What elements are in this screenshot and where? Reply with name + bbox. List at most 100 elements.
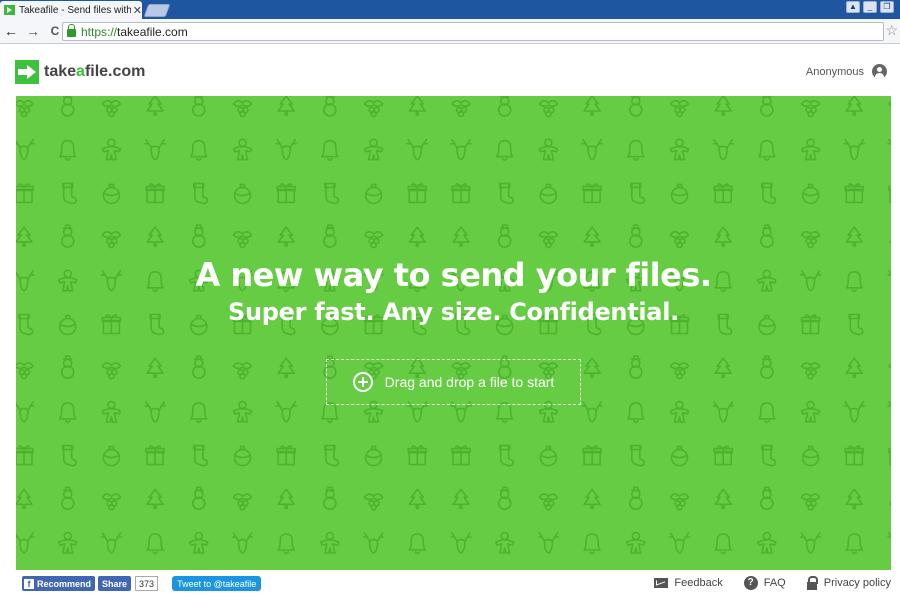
- stocking-icon: [629, 182, 646, 205]
- privacy-link[interactable]: Privacy policy: [806, 575, 891, 590]
- file-dropzone[interactable]: Drag and drop a file to start: [326, 359, 581, 405]
- christmas-tree-icon: [146, 488, 164, 510]
- bell-icon: [321, 402, 339, 424]
- reindeer-icon: [16, 401, 35, 423]
- snowman-icon: [497, 486, 512, 511]
- logo[interactable]: takeafile.com: [15, 60, 145, 84]
- holly-icon: [538, 99, 559, 118]
- bell-icon: [495, 139, 514, 161]
- christmas-tree-icon: [583, 488, 601, 510]
- secure-lock-icon: [67, 24, 76, 37]
- gift-icon: [888, 447, 891, 466]
- christmas-tree-icon: [845, 96, 864, 116]
- window-user-button[interactable]: ▲: [846, 1, 860, 13]
- gingerbread-man-icon: [189, 531, 209, 554]
- hero-title: A new way to send your files.: [195, 256, 712, 294]
- browser-toolbar: ← → C https:// takeafile.com: [0, 19, 900, 44]
- holly-icon: [800, 99, 821, 118]
- browser-tabstrip: Takeafile - Send files without ✕ ▲ _ ❐: [0, 0, 900, 19]
- reindeer-icon: [887, 532, 891, 538]
- snowman-icon: [60, 224, 75, 248]
- holly-icon: [232, 493, 253, 511]
- holly-icon: [363, 231, 384, 249]
- gingerbread-man-icon: [757, 531, 777, 554]
- gift-icon: [582, 183, 602, 204]
- tab-title: Takeafile - Send files without: [18, 4, 131, 16]
- reindeer-icon: [362, 532, 385, 554]
- bell-icon: [758, 402, 776, 424]
- account-label: Anonymous: [805, 65, 864, 78]
- christmas-pattern-background: [16, 96, 891, 555]
- ornament-icon: [670, 445, 689, 467]
- tab-close-icon[interactable]: ✕: [133, 4, 142, 17]
- reindeer-icon: [275, 401, 298, 423]
- snowman-icon: [628, 224, 643, 248]
- ornament-icon: [801, 183, 820, 205]
- tweet-button[interactable]: Tweet to @takeafile: [172, 576, 262, 591]
- reindeer-icon: [799, 532, 822, 554]
- snowman-icon: [60, 355, 75, 380]
- holly-icon: [669, 99, 690, 118]
- gift-icon: [145, 445, 165, 466]
- gift-icon: [276, 445, 297, 466]
- holly-icon: [800, 493, 821, 511]
- christmas-tree-icon: [146, 357, 164, 379]
- url-host: takeafile.com: [117, 24, 188, 39]
- forward-button[interactable]: →: [22, 23, 44, 39]
- gift-icon: [407, 445, 428, 466]
- browser-tab[interactable]: Takeafile - Send files without ✕: [0, 1, 142, 19]
- christmas-tree-icon: [714, 226, 733, 247]
- gingerbread-man-icon: [101, 400, 122, 423]
- holly-icon: [232, 231, 253, 249]
- facebook-recommend-button[interactable]: f Recommend: [22, 576, 96, 591]
- footer-links: Feedback ? FAQ Privacy policy: [633, 575, 891, 590]
- faq-label: FAQ: [763, 577, 786, 589]
- account-menu[interactable]: Anonymous: [806, 64, 887, 79]
- recommend-label: Recommend: [37, 578, 92, 589]
- mail-icon: [654, 578, 669, 588]
- christmas-tree-icon: [277, 96, 296, 116]
- gingerbread-man-icon: [57, 531, 78, 554]
- stocking-icon: [193, 444, 209, 467]
- christmas-tree-icon: [889, 239, 891, 243]
- christmas-tree-icon: [583, 357, 601, 379]
- footer: f Recommend Share 373 Tweet to @takeafil…: [0, 571, 900, 596]
- bell-icon: [408, 533, 427, 555]
- christmas-tree-icon: [583, 226, 601, 247]
- window-controls: ▲ _ ❐: [846, 1, 894, 13]
- stocking-icon: [324, 444, 340, 467]
- gift-icon: [888, 185, 891, 204]
- bell-icon: [758, 139, 776, 161]
- reindeer-icon: [406, 138, 429, 161]
- window-restore-button[interactable]: ❐: [880, 1, 894, 13]
- feedback-link[interactable]: Feedback: [654, 577, 723, 589]
- gift-icon: [451, 183, 471, 204]
- gingerbread-man-icon: [232, 138, 253, 161]
- address-bar[interactable]: https:// takeafile.com: [62, 22, 884, 41]
- christmas-tree-icon: [583, 96, 601, 116]
- reindeer-icon: [843, 401, 866, 423]
- bookmark-star-icon[interactable]: ☆: [885, 22, 898, 39]
- reindeer-icon: [275, 138, 298, 161]
- gift-icon: [276, 183, 297, 204]
- stocking-icon: [629, 444, 646, 467]
- gift-icon: [713, 183, 734, 204]
- stocking-icon: [761, 444, 777, 467]
- help-icon: ?: [743, 576, 758, 590]
- social-buttons: f Recommend Share 373 Tweet to @takeafil…: [22, 576, 262, 591]
- window-minimize-button[interactable]: _: [863, 1, 877, 13]
- ornament-icon: [539, 445, 558, 467]
- new-tab-button[interactable]: [143, 4, 171, 17]
- url-scheme: https://: [81, 24, 118, 39]
- bell-icon: [845, 533, 864, 555]
- back-button[interactable]: ←: [0, 23, 22, 39]
- facebook-share-button[interactable]: Share: [98, 576, 132, 591]
- christmas-tree-icon: [845, 226, 864, 247]
- snowman-icon: [192, 355, 206, 380]
- bell-icon: [58, 139, 77, 161]
- stocking-icon: [498, 444, 514, 467]
- gingerbread-man-icon: [101, 138, 122, 161]
- stocking-icon: [761, 182, 777, 205]
- reindeer-icon: [450, 532, 472, 554]
- faq-link[interactable]: ? FAQ: [743, 576, 786, 590]
